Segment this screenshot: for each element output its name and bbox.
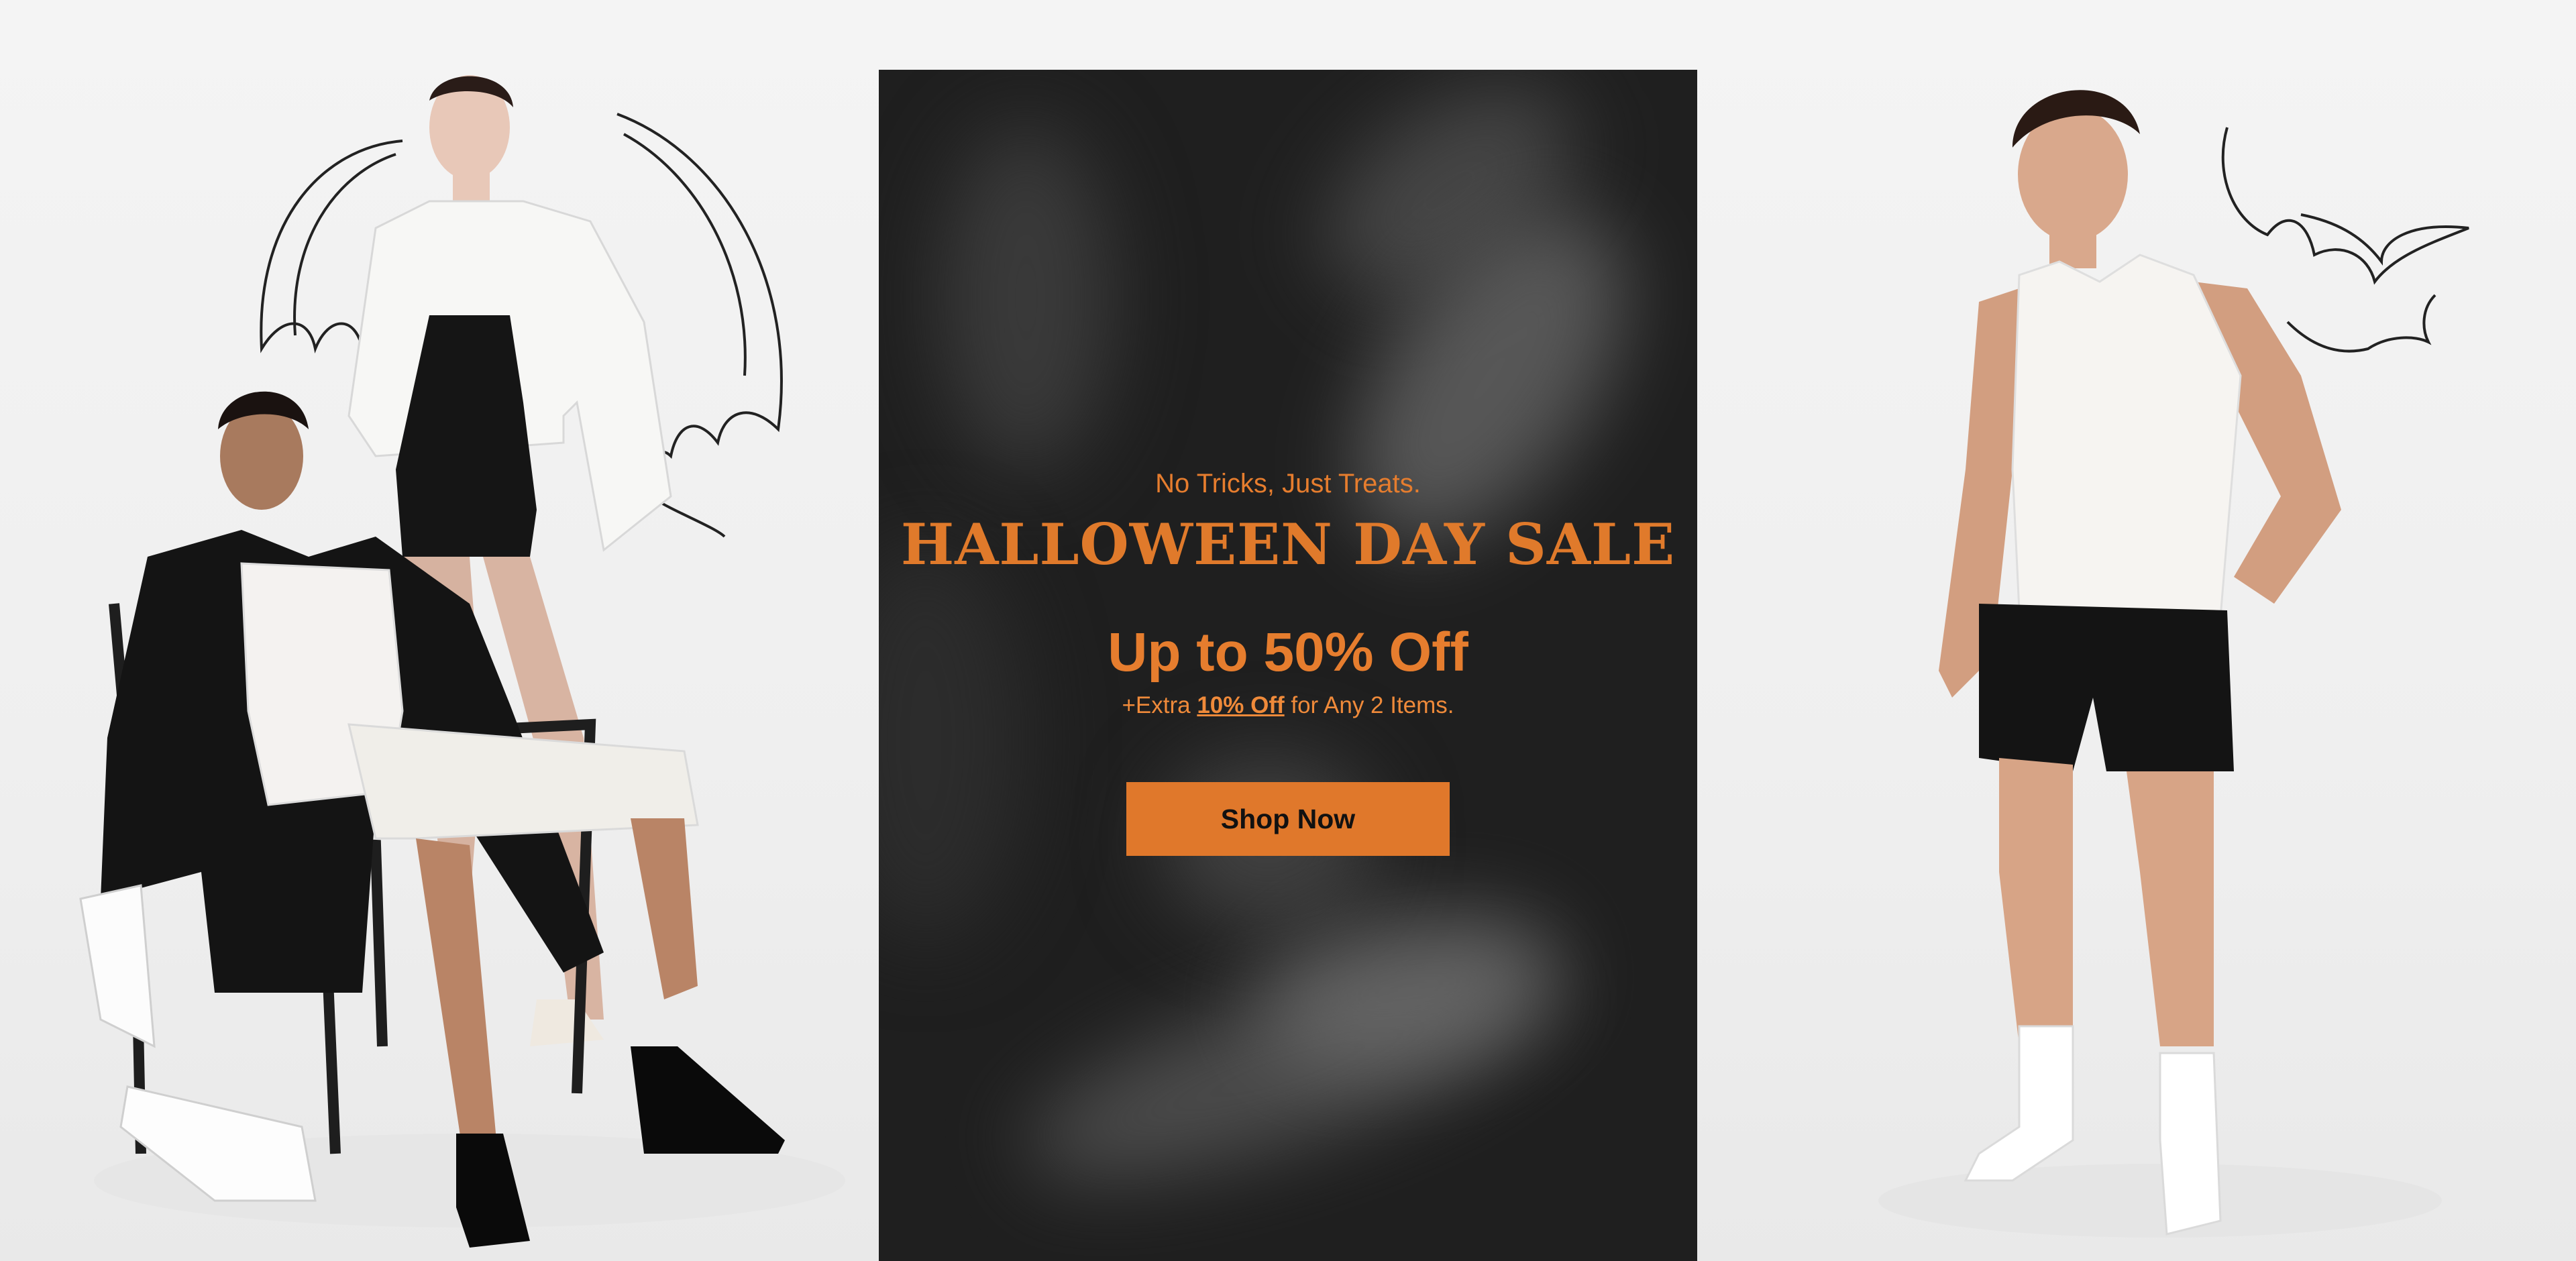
left-model-photo [0, 0, 879, 1261]
promo-headline: HALLOWEEN DAY SALE [900, 511, 1676, 578]
promo-tagline: No Tricks, Just Treats. [1155, 469, 1421, 498]
promo-extra-offer: +Extra 10% Off for Any 2 Items. [879, 692, 1697, 719]
halloween-sale-banner[interactable]: No Tricks, Just Treats. HALLOWEEN DAY SA… [0, 0, 2576, 1261]
promo-discount: Up to 50% Off [1108, 622, 1468, 683]
extra-suffix: for Any 2 Items. [1284, 692, 1454, 718]
right-model-photo [1697, 0, 2576, 1261]
promo-content: No Tricks, Just Treats. HALLOWEEN DAY SA… [879, 70, 1697, 1261]
promo-panel: No Tricks, Just Treats. HALLOWEEN DAY SA… [879, 70, 1697, 1261]
extra-highlight: 10% Off [1197, 692, 1285, 718]
extra-prefix: +Extra [1122, 692, 1197, 718]
shop-now-button[interactable]: Shop Now [1126, 782, 1450, 856]
